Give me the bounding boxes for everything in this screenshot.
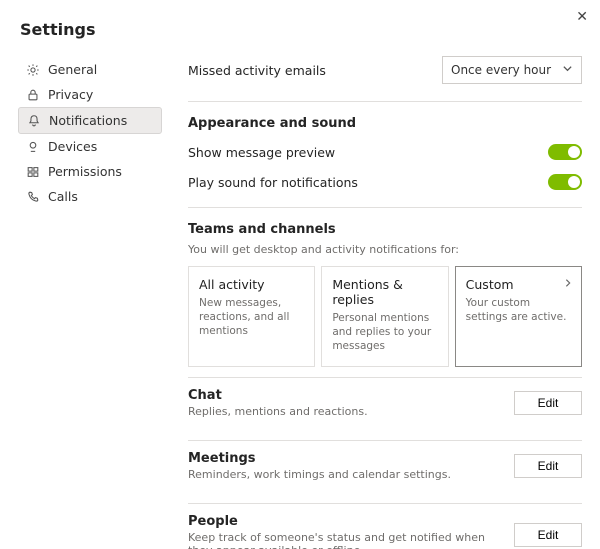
card-title: All activity xyxy=(199,277,304,292)
sidebar-item-notifications[interactable]: Notifications xyxy=(18,107,162,134)
sidebar-item-label: Notifications xyxy=(49,113,127,128)
message-preview-label: Show message preview xyxy=(188,145,335,160)
settings-sidebar: Settings General Privacy Notifications Devi… xyxy=(0,0,170,549)
teams-option-card[interactable]: Mentions & replies Personal mentions and … xyxy=(321,266,448,367)
notifications-panel: Missed activity emails Once every hour A… xyxy=(170,0,600,549)
card-desc: New messages, reactions, and all mention… xyxy=(199,296,304,339)
sidebar-item-label: General xyxy=(48,62,97,77)
teams-option-card[interactable]: All activity New messages, reactions, and… xyxy=(188,266,315,367)
settings-section: People Keep track of someone's status and… xyxy=(188,503,582,549)
sidebar-item-label: Devices xyxy=(48,139,97,154)
page-title: Settings xyxy=(20,20,162,39)
gear-icon xyxy=(26,63,40,77)
sidebar-item-devices[interactable]: Devices xyxy=(18,134,162,159)
sidebar-item-general[interactable]: General xyxy=(18,57,162,82)
divider xyxy=(188,101,582,102)
settings-nav: General Privacy Notifications Devices Permis… xyxy=(18,57,162,209)
sidebar-item-privacy[interactable]: Privacy xyxy=(18,82,162,107)
sound-toggle[interactable] xyxy=(548,174,582,190)
card-title: Custom xyxy=(466,277,571,292)
section-desc: Keep track of someone's status and get n… xyxy=(188,531,500,549)
settings-section: Meetings Reminders, work timings and cale… xyxy=(188,440,582,493)
phone-icon xyxy=(26,190,40,204)
missed-activity-select[interactable]: Once every hour xyxy=(442,56,582,84)
section-title: Chat xyxy=(188,388,500,403)
settings-section: Chat Replies, mentions and reactions. Edit xyxy=(188,377,582,430)
sound-label: Play sound for notifications xyxy=(188,175,358,190)
divider xyxy=(188,207,582,208)
lock-icon xyxy=(26,88,40,102)
bell-icon xyxy=(27,114,41,128)
chevron-down-icon xyxy=(562,63,573,77)
message-preview-toggle[interactable] xyxy=(548,144,582,160)
chevron-right-icon xyxy=(563,277,573,291)
section-title: Meetings xyxy=(188,451,500,466)
appearance-heading: Appearance and sound xyxy=(188,116,582,131)
close-button[interactable]: ✕ xyxy=(576,10,588,24)
sidebar-item-label: Calls xyxy=(48,189,78,204)
teams-option-card[interactable]: Custom Your custom settings are active. xyxy=(455,266,582,367)
section-desc: Reminders, work timings and calendar set… xyxy=(188,468,500,481)
missed-activity-label: Missed activity emails xyxy=(188,63,326,78)
sidebar-item-permissions[interactable]: Permissions xyxy=(18,159,162,184)
sidebar-item-calls[interactable]: Calls xyxy=(18,184,162,209)
teams-options: All activity New messages, reactions, and… xyxy=(188,266,582,367)
edit-button[interactable]: Edit xyxy=(514,523,582,547)
teams-heading: Teams and channels xyxy=(188,222,582,237)
perm-icon xyxy=(26,165,40,179)
sidebar-item-label: Privacy xyxy=(48,87,93,102)
edit-button[interactable]: Edit xyxy=(514,454,582,478)
edit-button[interactable]: Edit xyxy=(514,391,582,415)
missed-activity-value: Once every hour xyxy=(451,63,551,77)
teams-subheading: You will get desktop and activity notifi… xyxy=(188,243,582,256)
section-desc: Replies, mentions and reactions. xyxy=(188,405,500,418)
card-title: Mentions & replies xyxy=(332,277,437,307)
device-icon xyxy=(26,140,40,154)
card-desc: Your custom settings are active. xyxy=(466,296,571,324)
section-title: People xyxy=(188,514,500,529)
card-desc: Personal mentions and replies to your me… xyxy=(332,311,437,354)
sidebar-item-label: Permissions xyxy=(48,164,122,179)
